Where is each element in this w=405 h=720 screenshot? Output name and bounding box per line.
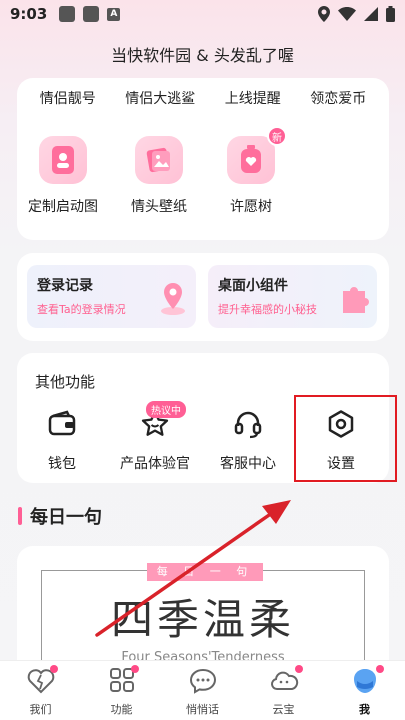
accent-bar xyxy=(18,507,22,525)
feature-label: 定制启动图 xyxy=(28,199,98,215)
desktop-widget-card[interactable]: 桌面小组件 提升幸福感的小秘技 xyxy=(208,265,377,328)
quote-tag: 每 日 一 句 xyxy=(147,563,263,581)
nav-item-features[interactable]: 功能 xyxy=(81,661,162,720)
nav-item-yunbao[interactable]: 云宝 xyxy=(243,661,324,720)
nav-item-us[interactable]: 我们 xyxy=(0,661,81,720)
nav-item-me[interactable]: 我 xyxy=(324,661,405,720)
new-badge: 新 xyxy=(267,126,287,146)
nav-label: 我们 xyxy=(29,703,52,716)
chat-icon xyxy=(189,668,216,694)
wallpaper-icon xyxy=(135,136,183,184)
nav-label: 悄悄话 xyxy=(186,703,219,716)
page-title: 当快软件园 & 头发乱了喔 xyxy=(111,46,294,65)
wifi-icon xyxy=(338,7,356,21)
nav-label: 我 xyxy=(359,703,370,716)
feature-wish-tree[interactable]: 新 许愿树 xyxy=(211,126,291,216)
bottom-nav: 我们 功能 悄悄话 云宝 我 xyxy=(0,660,405,720)
quote-chinese: 四季温柔 xyxy=(110,595,295,644)
wish-bottle-icon: 新 xyxy=(227,126,287,184)
cloud-icon xyxy=(270,671,298,690)
phone-portrait-icon xyxy=(39,136,87,184)
feature-wallpaper[interactable]: 情头壁纸 xyxy=(119,136,199,216)
wallet-button[interactable]: 钱包 xyxy=(17,409,107,473)
nav-badge-dot xyxy=(131,665,139,673)
feature-card: 情侣靓号 情侣大逃鲨 上线提醒 领恋爱币 定制启动图 情头壁纸 新 许愿树 xyxy=(17,78,389,240)
location-pin-icon xyxy=(161,283,185,315)
section-title: 其他功能 xyxy=(35,373,96,391)
func-label: 客服中心 xyxy=(220,456,276,472)
signal-icon xyxy=(364,7,378,21)
nav-badge-dot xyxy=(50,665,58,673)
status-bar: 9:03 A xyxy=(0,0,405,28)
feature-label: 许愿树 xyxy=(230,199,272,215)
profile-icon xyxy=(353,669,376,693)
tab-couple-number[interactable]: 情侣靓号 xyxy=(40,88,96,108)
settings-highlight-box xyxy=(294,395,397,482)
location-icon xyxy=(318,6,330,22)
daily-title: 每日一句 xyxy=(30,507,102,528)
nav-label: 功能 xyxy=(110,703,133,716)
hot-badge: 热议中 xyxy=(146,401,186,418)
func-label: 钱包 xyxy=(48,456,76,472)
daily-header: 每日一句 xyxy=(18,503,102,529)
notification-icon xyxy=(59,6,76,22)
login-record-card[interactable]: 登录记录 查看Ta的登录情况 xyxy=(27,265,196,328)
puzzle-icon xyxy=(343,287,369,313)
tab-online-reminder[interactable]: 上线提醒 xyxy=(225,88,281,108)
nav-badge-dot xyxy=(376,665,384,673)
headset-icon xyxy=(234,411,262,439)
tab-love-coins[interactable]: 领恋爱币 xyxy=(310,88,366,108)
feature-custom-splash[interactable]: 定制启动图 xyxy=(23,136,103,216)
notification-icon xyxy=(83,6,100,22)
top-tabs: 情侣靓号 情侣大逃鲨 上线提醒 领恋爱币 xyxy=(17,88,389,108)
nav-label: 云宝 xyxy=(272,703,295,716)
product-tester-button[interactable]: 热议中 产品体验官 xyxy=(110,401,200,473)
nav-item-whisper[interactable]: 悄悄话 xyxy=(162,661,243,720)
wallet-icon xyxy=(48,410,76,436)
quick-cards: 登录记录 查看Ta的登录情况 桌面小组件 提升幸福感的小秘技 xyxy=(17,253,389,341)
customer-service-button[interactable]: 客服中心 xyxy=(203,409,293,473)
func-label: 产品体验官 xyxy=(120,456,190,472)
nav-badge-dot xyxy=(295,665,303,673)
notification-letter-icon: A xyxy=(107,7,121,21)
battery-icon xyxy=(386,6,395,22)
feature-label: 情头壁纸 xyxy=(131,199,187,215)
status-time: 9:03 xyxy=(10,5,48,23)
tab-couple-escape[interactable]: 情侣大逃鲨 xyxy=(125,88,195,108)
